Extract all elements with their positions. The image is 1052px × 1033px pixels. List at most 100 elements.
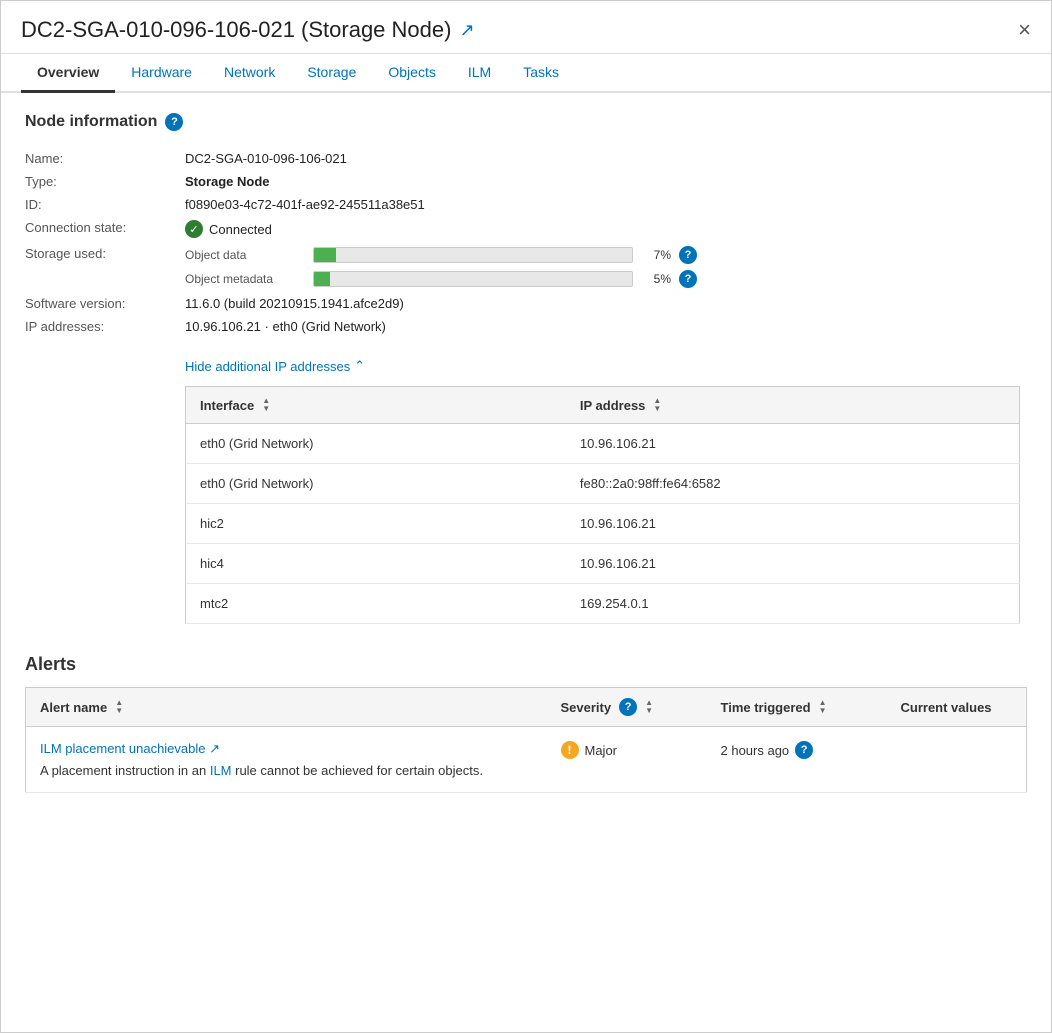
interface-cell: hic2 xyxy=(186,504,566,544)
interface-col-label: Interface xyxy=(200,398,254,413)
ip-sort-icon[interactable]: ▲ ▼ xyxy=(653,397,661,413)
close-button[interactable]: × xyxy=(1018,19,1031,41)
modal-title: DC2-SGA-010-096-106-021 (Storage Node) ↗ xyxy=(21,17,475,43)
info-row-software: Software version: 11.6.0 (build 20210915… xyxy=(25,292,1027,315)
info-row-type: Type: Storage Node xyxy=(25,170,1027,193)
object-metadata-pct: 5% xyxy=(641,272,671,286)
section-title-text: Node information xyxy=(25,113,157,131)
storage-used-values: Object data 7% ? Object metadata 5% xyxy=(185,246,697,288)
tab-storage[interactable]: Storage xyxy=(291,54,372,93)
interface-cell: eth0 (Grid Network) xyxy=(186,424,566,464)
ip-cell: 10.96.106.21 xyxy=(566,504,1020,544)
info-row-id: ID: f0890e03-4c72-401f-ae92-245511a38e51 xyxy=(25,193,1027,216)
info-row-connection: Connection state: ✓ Connected xyxy=(25,216,1027,242)
alert-name-link[interactable]: ILM placement unachievable ↗ xyxy=(40,741,220,756)
severity-col-label: Severity xyxy=(561,700,612,715)
software-label: Software version: xyxy=(25,296,185,311)
title-text: DC2-SGA-010-096-106-021 (Storage Node) xyxy=(21,17,451,43)
node-info-table: Name: DC2-SGA-010-096-106-021 Type: Stor… xyxy=(25,147,1027,338)
node-info-section-title: Node information ? xyxy=(25,113,1027,131)
col-severity-header: Severity ? ▲ ▼ xyxy=(547,688,707,727)
time-sort-icon[interactable]: ▲ ▼ xyxy=(819,699,827,715)
ip-value: 10.96.106.21 · eth0 (Grid Network) xyxy=(185,319,386,334)
external-link-icon[interactable]: ↗ xyxy=(459,20,474,41)
connection-state: ✓ Connected xyxy=(185,220,272,238)
col-alert-name-header: Alert name ▲ ▼ xyxy=(26,688,547,727)
ip-table-row: hic4 10.96.106.21 xyxy=(186,544,1020,584)
ip-label: IP addresses: xyxy=(25,319,185,334)
severity-help-icon[interactable]: ? xyxy=(619,698,637,716)
alert-name-cell: ILM placement unachievable ↗ A placement… xyxy=(26,727,547,793)
severity-badge: ! Major xyxy=(561,741,618,759)
tab-tasks[interactable]: Tasks xyxy=(507,54,575,93)
time-text: 2 hours ago xyxy=(721,743,790,758)
col-time-header: Time triggered ▲ ▼ xyxy=(707,688,887,727)
object-metadata-label: Object metadata xyxy=(185,272,305,286)
time-cell: 2 hours ago ? xyxy=(707,727,887,793)
tab-ilm[interactable]: ILM xyxy=(452,54,507,93)
object-data-label: Object data xyxy=(185,248,305,262)
chevron-up-icon: ⌃ xyxy=(354,358,365,374)
interface-cell: hic4 xyxy=(186,544,566,584)
type-value: Storage Node xyxy=(185,174,270,189)
alerts-table: Alert name ▲ ▼ Severity ? ▲ xyxy=(25,687,1027,793)
alert-table-row: ILM placement unachievable ↗ A placement… xyxy=(26,727,1027,793)
ip-cell: 169.254.0.1 xyxy=(566,584,1020,624)
interface-sort-icon[interactable]: ▲ ▼ xyxy=(262,397,270,413)
type-label: Type: xyxy=(25,174,185,189)
col-current-header: Current values xyxy=(887,688,1027,727)
id-value: f0890e03-4c72-401f-ae92-245511a38e51 xyxy=(185,197,425,212)
ip-table-row: mtc2 169.254.0.1 xyxy=(186,584,1020,624)
ip-table-row: eth0 (Grid Network) fe80::2a0:98ff:fe64:… xyxy=(186,464,1020,504)
ip-cell: 10.96.106.21 xyxy=(566,424,1020,464)
object-data-fill xyxy=(314,248,336,262)
info-row-ip: IP addresses: 10.96.106.21 · eth0 (Grid … xyxy=(25,315,1027,338)
object-data-progress-bar xyxy=(313,247,633,263)
ilm-link[interactable]: ILM xyxy=(210,763,232,778)
ip-table-row: eth0 (Grid Network) 10.96.106.21 xyxy=(186,424,1020,464)
tab-hardware[interactable]: Hardware xyxy=(115,54,208,93)
info-row-name: Name: DC2-SGA-010-096-106-021 xyxy=(25,147,1027,170)
node-info-help-icon[interactable]: ? xyxy=(165,113,183,131)
object-metadata-help-icon[interactable]: ? xyxy=(679,270,697,288)
tab-bar: Overview Hardware Network Storage Object… xyxy=(1,54,1051,93)
time-triggered-value: 2 hours ago ? xyxy=(721,741,873,759)
col-ip-header: IP address ▲ ▼ xyxy=(566,387,1020,424)
software-value: 11.6.0 (build 20210915.1941.afce2d9) xyxy=(185,296,404,311)
severity-cell: ! Major xyxy=(547,727,707,793)
severity-text: Major xyxy=(585,743,618,758)
content-area: Node information ? Name: DC2-SGA-010-096… xyxy=(1,93,1051,813)
modal-header: DC2-SGA-010-096-106-021 (Storage Node) ↗… xyxy=(1,1,1051,54)
object-data-pct: 7% xyxy=(641,248,671,262)
time-col-label: Time triggered xyxy=(721,700,811,715)
storage-label: Storage used: xyxy=(25,246,185,261)
tab-overview[interactable]: Overview xyxy=(21,54,115,93)
tab-objects[interactable]: Objects xyxy=(372,54,451,93)
name-value: DC2-SGA-010-096-106-021 xyxy=(185,151,347,166)
time-help-icon[interactable]: ? xyxy=(795,741,813,759)
interface-cell: eth0 (Grid Network) xyxy=(186,464,566,504)
current-col-label: Current values xyxy=(901,700,992,715)
connection-value: ✓ Connected xyxy=(185,220,272,238)
tab-network[interactable]: Network xyxy=(208,54,291,93)
ip-cell: 10.96.106.21 xyxy=(566,544,1020,584)
ip-address-table: Interface ▲ ▼ IP address ▲ ▼ xyxy=(185,386,1020,624)
object-metadata-fill xyxy=(314,272,330,286)
id-label: ID: xyxy=(25,197,185,212)
current-values-cell xyxy=(887,727,1027,793)
object-metadata-row: Object metadata 5% ? xyxy=(185,270,697,288)
col-interface-header: Interface ▲ ▼ xyxy=(186,387,566,424)
alert-name-sort-icon[interactable]: ▲ ▼ xyxy=(115,699,123,715)
alert-name-col-label: Alert name xyxy=(40,700,107,715)
hide-ip-link[interactable]: Hide additional IP addresses ⌃ xyxy=(185,358,1027,374)
object-data-help-icon[interactable]: ? xyxy=(679,246,697,264)
name-label: Name: xyxy=(25,151,185,166)
object-data-row: Object data 7% ? xyxy=(185,246,697,264)
severity-sort-icon[interactable]: ▲ ▼ xyxy=(645,699,653,715)
object-metadata-progress-bar xyxy=(313,271,633,287)
alert-description: A placement instruction in an ILM rule c… xyxy=(40,763,533,778)
alerts-section-title: Alerts xyxy=(25,654,1027,675)
info-row-storage: Storage used: Object data 7% ? Object me… xyxy=(25,242,1027,292)
ip-col-label: IP address xyxy=(580,398,646,413)
severity-dot-icon: ! xyxy=(561,741,579,759)
